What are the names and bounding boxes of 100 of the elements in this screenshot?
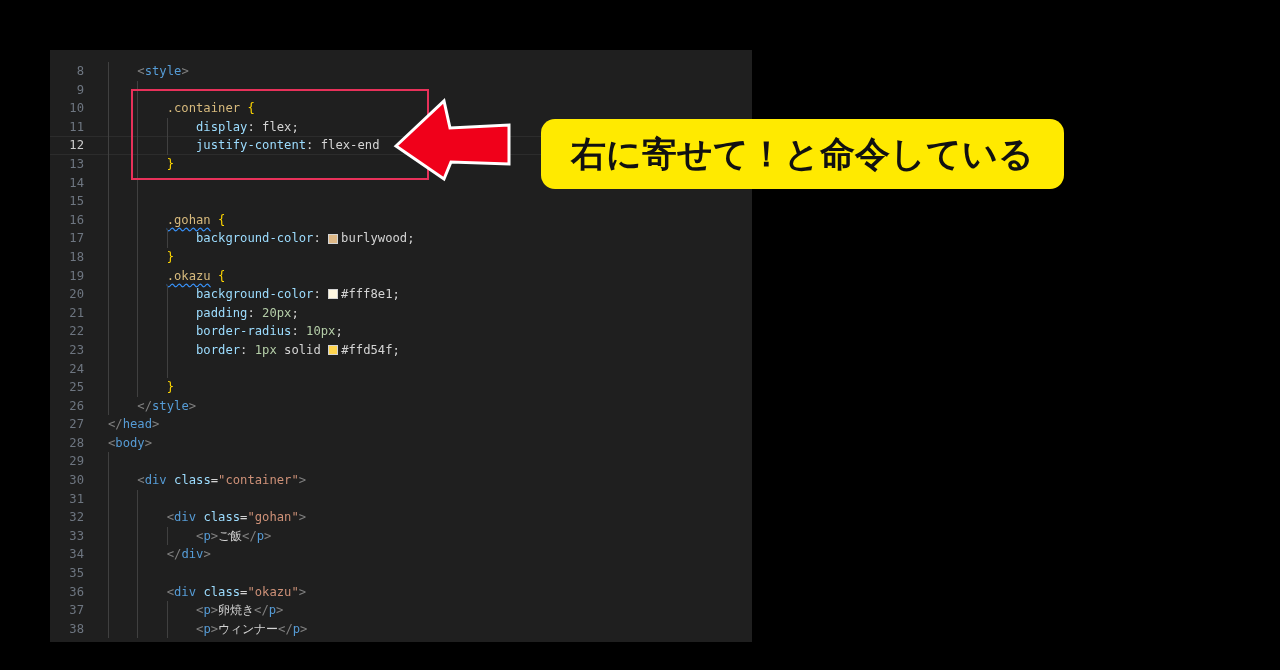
code-token: > — [203, 546, 211, 564]
line-number: 23 — [68, 341, 84, 359]
code-token: : — [313, 286, 321, 304]
code-token: display — [196, 118, 248, 136]
code-token: </ — [137, 397, 153, 415]
line-number: 14 — [68, 174, 84, 192]
code-token: 1px — [253, 341, 277, 359]
code-token: = — [240, 583, 248, 601]
code-token: </ — [166, 546, 182, 564]
code-token: < — [196, 602, 204, 620]
code-token: style — [152, 397, 189, 415]
code-token: 10px — [305, 323, 336, 341]
callout-label: 右に寄せて！と命令している — [541, 119, 1064, 189]
line-number: 38 — [68, 620, 84, 638]
code-token: class — [173, 472, 211, 490]
code-token: ご飯 — [218, 527, 243, 545]
code-token: : flex-end — [306, 137, 380, 155]
code-token: 20px — [261, 304, 292, 322]
code-token: p — [292, 620, 301, 638]
line-number: 34 — [68, 546, 84, 564]
code-token: > — [298, 583, 307, 601]
line-number: 27 — [68, 416, 84, 434]
code-token: .gohan — [166, 211, 211, 229]
code-token: ; — [291, 304, 299, 322]
code-token: < — [166, 583, 175, 601]
code-token: > — [144, 434, 153, 452]
code-token: div — [174, 509, 197, 527]
code-token: = — [210, 472, 219, 490]
code-token: #ffd54f; — [341, 341, 400, 359]
code-token: < — [108, 434, 116, 452]
code-token: { — [246, 100, 255, 118]
line-number: 36 — [68, 583, 84, 601]
code-token: 卵焼き — [218, 602, 255, 620]
code-token: > — [276, 602, 284, 620]
code-token: background-color — [196, 230, 314, 248]
line-number: 18 — [68, 248, 84, 266]
line-number: 8 — [75, 63, 84, 80]
code-token: #fff8e1; — [341, 286, 400, 304]
code-token: justify-content — [196, 137, 307, 155]
code-token: > — [181, 63, 189, 80]
code-token: ウィンナー — [218, 620, 279, 638]
code-token: > — [300, 620, 308, 638]
code-token: > — [210, 602, 219, 620]
code-token: div — [181, 546, 204, 564]
code-token: head — [122, 416, 153, 434]
code-token: > — [298, 509, 307, 527]
code-token: p — [203, 620, 211, 638]
code-token: border — [196, 341, 241, 359]
code-token: > — [188, 397, 197, 415]
code-token: border-radius — [196, 323, 292, 341]
line-number: 10 — [68, 100, 84, 118]
code-token: > — [264, 527, 272, 545]
code-token: { — [217, 211, 226, 229]
code-token: burlywood; — [341, 230, 415, 248]
line-number: 13 — [68, 155, 84, 173]
code-token: : — [247, 304, 255, 322]
code-token: : — [291, 323, 299, 341]
code-token: </ — [108, 416, 123, 434]
line-number: 31 — [68, 490, 84, 508]
code-token: background-color — [196, 286, 314, 304]
code-token: style — [144, 63, 182, 80]
line-number: 35 — [68, 565, 84, 583]
line-number: 33 — [68, 527, 84, 545]
code-token: p — [268, 602, 277, 620]
code-token: = — [240, 509, 248, 527]
line-number: 20 — [68, 286, 84, 304]
line-number: 28 — [68, 434, 84, 452]
code-token: "container" — [218, 472, 299, 490]
code-token: class — [202, 509, 241, 527]
code-token: > — [210, 620, 219, 638]
code-token: : — [313, 230, 321, 248]
code-token: p — [203, 527, 211, 545]
code-token: < — [196, 527, 204, 545]
line-number: 16 — [68, 211, 84, 229]
code-token: "gohan" — [247, 509, 299, 527]
line-number: 9 — [75, 81, 84, 99]
line-number: 25 — [68, 379, 84, 397]
code-token: } — [166, 248, 175, 266]
code-token: } — [166, 155, 175, 173]
code-token: p — [203, 602, 211, 620]
line-number: 24 — [68, 360, 84, 378]
code-token: solid — [283, 341, 321, 359]
code-token: { — [217, 267, 226, 285]
code-token: : flex; — [247, 118, 299, 136]
code-token: ; — [335, 323, 343, 341]
line-number: 29 — [68, 453, 84, 471]
line-number: 19 — [68, 267, 84, 285]
line-number: 15 — [68, 193, 84, 211]
code-token: .okazu — [166, 267, 211, 285]
code-token: .container — [166, 100, 241, 118]
line-number: 21 — [68, 304, 84, 322]
code-token: </ — [254, 602, 269, 620]
code-token: p — [256, 527, 265, 545]
code-token: < — [166, 509, 175, 527]
code-token: > — [298, 472, 307, 490]
line-number: 11 — [68, 118, 84, 136]
code-token: div — [174, 583, 197, 601]
line-number: 12 — [68, 137, 84, 155]
code-token: div — [144, 472, 167, 490]
line-number: 17 — [68, 230, 84, 248]
